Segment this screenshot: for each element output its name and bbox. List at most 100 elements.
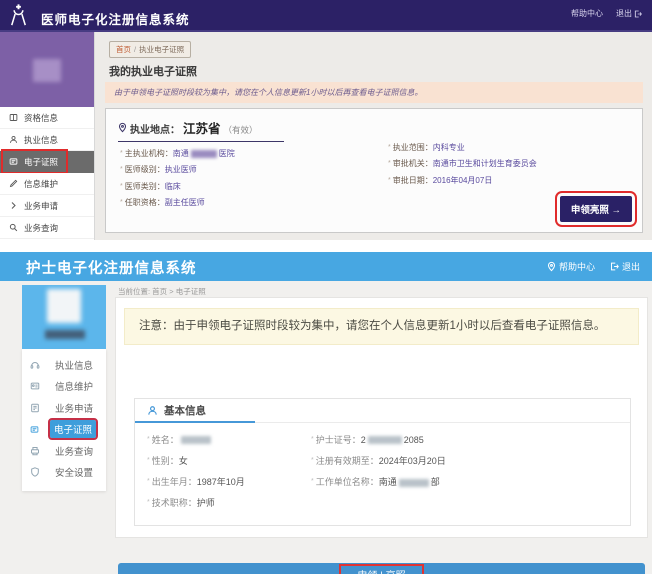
field-value: 南通市卫生和计划生育委员会 bbox=[433, 158, 537, 169]
doctor-header: 医师电子化注册信息系统 帮助中心 退出 bbox=[0, 0, 652, 32]
shield-icon bbox=[30, 467, 40, 477]
practice-location-value: 江苏省 bbox=[183, 118, 221, 137]
sidebar-item-business-query[interactable]: 业务查询 bbox=[22, 440, 106, 462]
field-label: 工作单位名称： bbox=[316, 475, 379, 488]
sidebar-item-practice-info[interactable]: 执业信息 bbox=[22, 354, 106, 376]
sidebar-item-label: 业务申请 bbox=[24, 200, 58, 212]
sidebar-item-label: 执业信息 bbox=[24, 134, 58, 146]
field-label: 护士证号： bbox=[316, 433, 361, 446]
license-icon bbox=[30, 425, 39, 434]
sidebar-item-info-maintenance[interactable]: 信息维护 bbox=[0, 173, 94, 195]
field-marker: * bbox=[147, 457, 150, 464]
apply-show-license-button[interactable]: 申领亮照 → bbox=[560, 196, 632, 222]
form-icon bbox=[30, 403, 40, 413]
nurse-app-title: 护士电子化注册信息系统 bbox=[26, 257, 197, 278]
practice-location-title: 执业地点： 江苏省 （有效） bbox=[118, 118, 284, 142]
nurse-logout-link[interactable]: 退出 bbox=[610, 260, 640, 273]
nurse-help-link[interactable]: 帮助中心 bbox=[547, 260, 595, 273]
license-icon bbox=[9, 157, 18, 166]
nurse-body: 执业信息信息维护业务申请电子证照业务查询安全设置 当前位置: 首页 > 电子证照… bbox=[0, 281, 652, 574]
field-label: 任职资格： bbox=[125, 197, 165, 208]
nurse-main-content: 当前位置: 首页 > 电子证照 注意：由于申领电子证照时段较为集中，请您在个人信… bbox=[115, 281, 648, 574]
breadcrumb-current: 执业电子证照 bbox=[139, 45, 184, 54]
sidebar-item-security-settings[interactable]: 安全设置 bbox=[22, 462, 106, 484]
sidebar-item-qualification-info[interactable]: 资格信息 bbox=[0, 107, 94, 129]
field-marker: * bbox=[120, 150, 123, 157]
nurse-content-panel: 注意：由于申领电子证照时段较为集中，请您在个人信息更新1小时以后查看电子证照信息… bbox=[115, 297, 648, 538]
sidebar-item-label: 信息维护 bbox=[24, 178, 58, 190]
sidebar-item-label: 业务查询 bbox=[24, 222, 58, 234]
field-value: 1987年10月 bbox=[197, 475, 245, 488]
redacted-text bbox=[399, 479, 429, 487]
page: 医师电子化注册信息系统 帮助中心 退出 资格信息执业信息电子证照信息维护业务申请… bbox=[0, 0, 652, 574]
doctor-avatar bbox=[33, 59, 61, 82]
doctor-logout-link[interactable]: 退出 bbox=[616, 8, 642, 19]
doctor-app-title: 医师电子化注册信息系统 bbox=[41, 9, 190, 28]
sidebar-item-business-apply[interactable]: 业务申请 bbox=[22, 397, 106, 419]
field-value: 2024年03月20日 bbox=[379, 454, 446, 467]
search-icon bbox=[9, 223, 18, 232]
person-icon bbox=[147, 405, 158, 416]
field-marker: * bbox=[120, 166, 123, 173]
doctor-logo-icon bbox=[5, 2, 32, 29]
field-row: *医师级别：执业医师 bbox=[120, 162, 235, 179]
sidebar-item-business-query[interactable]: 业务查询 bbox=[0, 217, 94, 239]
location-pin-icon bbox=[547, 261, 556, 272]
redacted-text bbox=[368, 436, 402, 444]
field-value: 南通医院 bbox=[173, 148, 235, 159]
field-row: *医师类别：临床 bbox=[120, 178, 235, 195]
field-marker: * bbox=[388, 177, 391, 184]
nurse-username bbox=[45, 330, 85, 339]
field-value: 南通部 bbox=[379, 475, 440, 488]
sidebar-item-info-maintenance[interactable]: 信息维护 bbox=[22, 376, 106, 398]
redacted-text bbox=[191, 150, 217, 158]
nurse-avatar bbox=[47, 289, 81, 323]
field-label: 姓名： bbox=[152, 433, 179, 446]
sidebar-item-label: 业务申请 bbox=[51, 399, 97, 417]
field-marker: * bbox=[311, 478, 314, 485]
page-title: 我的执业电子证照 bbox=[109, 63, 197, 79]
field-value: 执业医师 bbox=[165, 164, 197, 175]
sidebar-item-label: 安全设置 bbox=[51, 463, 97, 481]
field-row: *任职资格：副主任医师 bbox=[120, 195, 235, 212]
doctor-sidebar: 资格信息执业信息电子证照信息维护业务申请业务查询 bbox=[0, 32, 95, 240]
sidebar-item-label: 资格信息 bbox=[24, 112, 58, 124]
field-row: *注册有效期至：2024年03月20日 bbox=[311, 450, 446, 471]
breadcrumb-home-link[interactable]: 首页 bbox=[116, 45, 131, 54]
sidebar-item-label: 执业信息 bbox=[51, 356, 97, 374]
doctor-header-links: 帮助中心 退出 bbox=[571, 8, 642, 19]
field-label: 审批机关： bbox=[393, 158, 433, 169]
sidebar-item-label: 信息维护 bbox=[51, 377, 97, 395]
apply-button-label: 申领 | 亮照 bbox=[345, 570, 417, 574]
location-pin-icon bbox=[118, 122, 127, 133]
edit-icon bbox=[9, 179, 18, 188]
field-row: *出生年月：1987年10月 bbox=[147, 471, 245, 492]
field-marker: * bbox=[147, 436, 150, 443]
field-row: *护士证号：22085 bbox=[311, 429, 446, 450]
field-label: 注册有效期至： bbox=[316, 454, 379, 467]
field-row: *性别：女 bbox=[147, 450, 245, 471]
field-value: 2016年04月07日 bbox=[433, 175, 493, 186]
doctor-main-content: 首页/执业电子证照 我的执业电子证照 由于申领电子证照时段较为集中，请您在个人信… bbox=[95, 32, 652, 240]
apply-show-license-button[interactable]: 申领 | 亮照 bbox=[118, 563, 645, 574]
field-row: *技术职称：护师 bbox=[147, 492, 245, 513]
sidebar-item-e-license[interactable]: 电子证照 bbox=[0, 151, 94, 173]
basic-info-title: 基本信息 bbox=[164, 403, 206, 418]
doctor-sidebar-menu: 资格信息执业信息电子证照信息维护业务申请业务查询 bbox=[0, 107, 94, 239]
person-icon bbox=[9, 135, 18, 144]
sidebar-item-practice-info[interactable]: 执业信息 bbox=[0, 129, 94, 151]
license-status: （有效） bbox=[224, 124, 258, 136]
sidebar-item-e-license[interactable]: 电子证照 bbox=[22, 419, 106, 441]
sidebar-item-business-apply[interactable]: 业务申请 bbox=[0, 195, 94, 217]
doctor-help-link[interactable]: 帮助中心 bbox=[571, 8, 603, 19]
field-value: 临床 bbox=[165, 181, 181, 192]
sidebar-item-label: 电子证照 bbox=[24, 156, 58, 168]
field-value: 内科专业 bbox=[433, 142, 465, 153]
field-row: *执业范围：内科专业 bbox=[388, 139, 537, 156]
nurse-sidebar-menu: 执业信息信息维护业务申请电子证照业务查询安全设置 bbox=[22, 349, 106, 491]
field-row: *主执业机构：南通医院 bbox=[120, 145, 235, 162]
headset-icon bbox=[30, 360, 40, 370]
nurse-notice-banner: 注意：由于申领电子证照时段较为集中，请您在个人信息更新1小时以后查看电子证照信息… bbox=[124, 308, 639, 345]
field-value: 女 bbox=[179, 454, 188, 467]
sidebar-item-label: 电子证照 bbox=[50, 420, 96, 438]
